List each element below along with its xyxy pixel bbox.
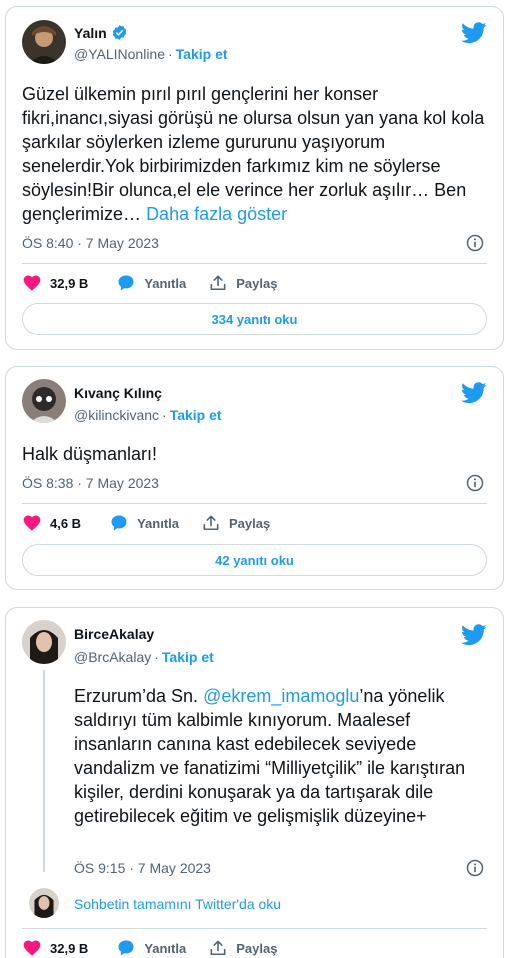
reply-button[interactable]: Yanıtla — [116, 273, 186, 293]
reply-bubble-icon — [118, 275, 134, 291]
follow-button[interactable]: Takip et — [176, 46, 228, 62]
show-more-link[interactable]: Daha fazla göster — [146, 204, 287, 224]
share-label: Paylaş — [229, 515, 271, 531]
divider — [22, 928, 487, 929]
tweet-body: Güzel ülkemin pırıl pırıl gençlerini her… — [22, 84, 485, 224]
heart-icon — [23, 515, 41, 531]
tweet-body-start: Erzurum’da Sn. — [74, 686, 204, 706]
verified-badge-icon — [112, 25, 126, 40]
twitter-bird-icon[interactable] — [461, 382, 487, 404]
tweet-body-end: ’na yönelik saldırıyı tüm kalbimle kınıy… — [74, 686, 466, 826]
handle-line: @YALINonline · Takip et — [74, 46, 228, 62]
avatar[interactable] — [22, 379, 66, 423]
share-icon — [210, 275, 226, 291]
share-button[interactable]: Paylaş — [208, 938, 277, 958]
share-button[interactable]: Paylaş — [208, 273, 277, 293]
author-handle[interactable]: @BrcAkalay — [74, 649, 151, 665]
action-bar: 32,9 B Yanıtla Paylaş — [22, 271, 277, 295]
reply-bubble-icon — [118, 940, 134, 956]
like-count: 32,9 B — [50, 275, 89, 291]
timestamp[interactable]: ÖS 8:40 · 7 May 2023 — [22, 235, 159, 251]
twitter-bird-icon[interactable] — [461, 624, 487, 646]
twitter-bird-icon[interactable] — [461, 22, 487, 44]
info-icon[interactable] — [465, 858, 485, 878]
tweet-card: Kıvanç Kılınç @kilinckivanc · Takip et Hal… — [5, 366, 504, 590]
follow-button[interactable]: Takip et — [162, 649, 214, 665]
author-name-row[interactable]: Kıvanç Kılınç — [74, 385, 162, 401]
action-bar: 32,9 B Yanıtla Paylaş — [22, 936, 277, 958]
like-count: 4,6 B — [50, 515, 82, 531]
timestamp[interactable]: ÖS 9:15 · 7 May 2023 — [74, 860, 211, 876]
share-icon — [203, 515, 219, 531]
heart-icon — [23, 940, 41, 956]
follow-button[interactable]: Takip et — [170, 407, 222, 423]
author-handle[interactable]: @kilinckivanc — [74, 407, 159, 423]
author-handle[interactable]: @YALINonline — [74, 46, 165, 62]
action-bar: 4,6 B Yanıtla Paylaş — [22, 511, 270, 535]
author-name[interactable]: Yalın — [74, 25, 107, 41]
read-replies-button[interactable]: 334 yanıtı oku — [22, 303, 487, 335]
heart-icon — [23, 275, 41, 291]
share-button[interactable]: Paylaş — [201, 513, 270, 533]
share-label: Paylaş — [236, 275, 278, 291]
tweet-text: Halk düşmanları! — [22, 444, 158, 464]
avatar[interactable] — [22, 20, 66, 64]
author-name-row[interactable]: Yalın — [74, 24, 128, 41]
reply-label: Yanıtla — [137, 515, 179, 531]
author-name[interactable]: BirceAkalay — [74, 626, 154, 642]
reply-button[interactable]: Yanıtla — [109, 513, 179, 533]
info-icon[interactable] — [465, 473, 485, 493]
tweet-card: BirceAkalay @BrcAkalay · Takip et Erzurum’… — [5, 607, 504, 958]
author-name[interactable]: Kıvanç Kılınç — [74, 385, 162, 401]
reply-label: Yanıtla — [144, 275, 187, 291]
avatar-small[interactable] — [29, 888, 59, 918]
tweet-text: Güzel ülkemin pırıl pırıl gençlerini her… — [22, 82, 492, 226]
handle-line: @BrcAkalay · Takip et — [74, 649, 214, 665]
like-button[interactable]: 32,9 B — [22, 273, 88, 293]
tweet-text: Erzurum’da Sn. @ekrem_imamoglu’na yöneli… — [74, 684, 492, 828]
reply-button[interactable]: Yanıtla — [116, 938, 186, 958]
handle-line: @kilinckivanc · Takip et — [74, 407, 222, 423]
like-count: 32,9 B — [50, 940, 89, 956]
like-button[interactable]: 32,9 B — [22, 938, 88, 958]
share-icon — [210, 940, 226, 956]
like-button[interactable]: 4,6 B — [22, 513, 81, 533]
read-replies-button[interactable]: 42 yanıtı oku — [22, 544, 487, 576]
reply-label: Yanıtla — [144, 940, 187, 956]
share-label: Paylaş — [236, 940, 278, 956]
read-thread-link[interactable]: Sohbetin tamamını Twitter'da oku — [74, 896, 281, 912]
timestamp[interactable]: ÖS 8:38 · 7 May 2023 — [22, 475, 159, 491]
author-name-row[interactable]: BirceAkalay — [74, 626, 154, 642]
mention-link[interactable]: @ekrem_imamoglu — [203, 686, 359, 706]
divider — [22, 263, 487, 264]
thread-line — [43, 670, 45, 872]
info-icon[interactable] — [465, 233, 485, 253]
avatar[interactable] — [22, 620, 66, 664]
reply-bubble-icon — [111, 515, 127, 531]
tweet-card: Yalın @YALINonline · Takip et Güzel ülkemi… — [5, 6, 504, 350]
divider — [22, 503, 487, 504]
